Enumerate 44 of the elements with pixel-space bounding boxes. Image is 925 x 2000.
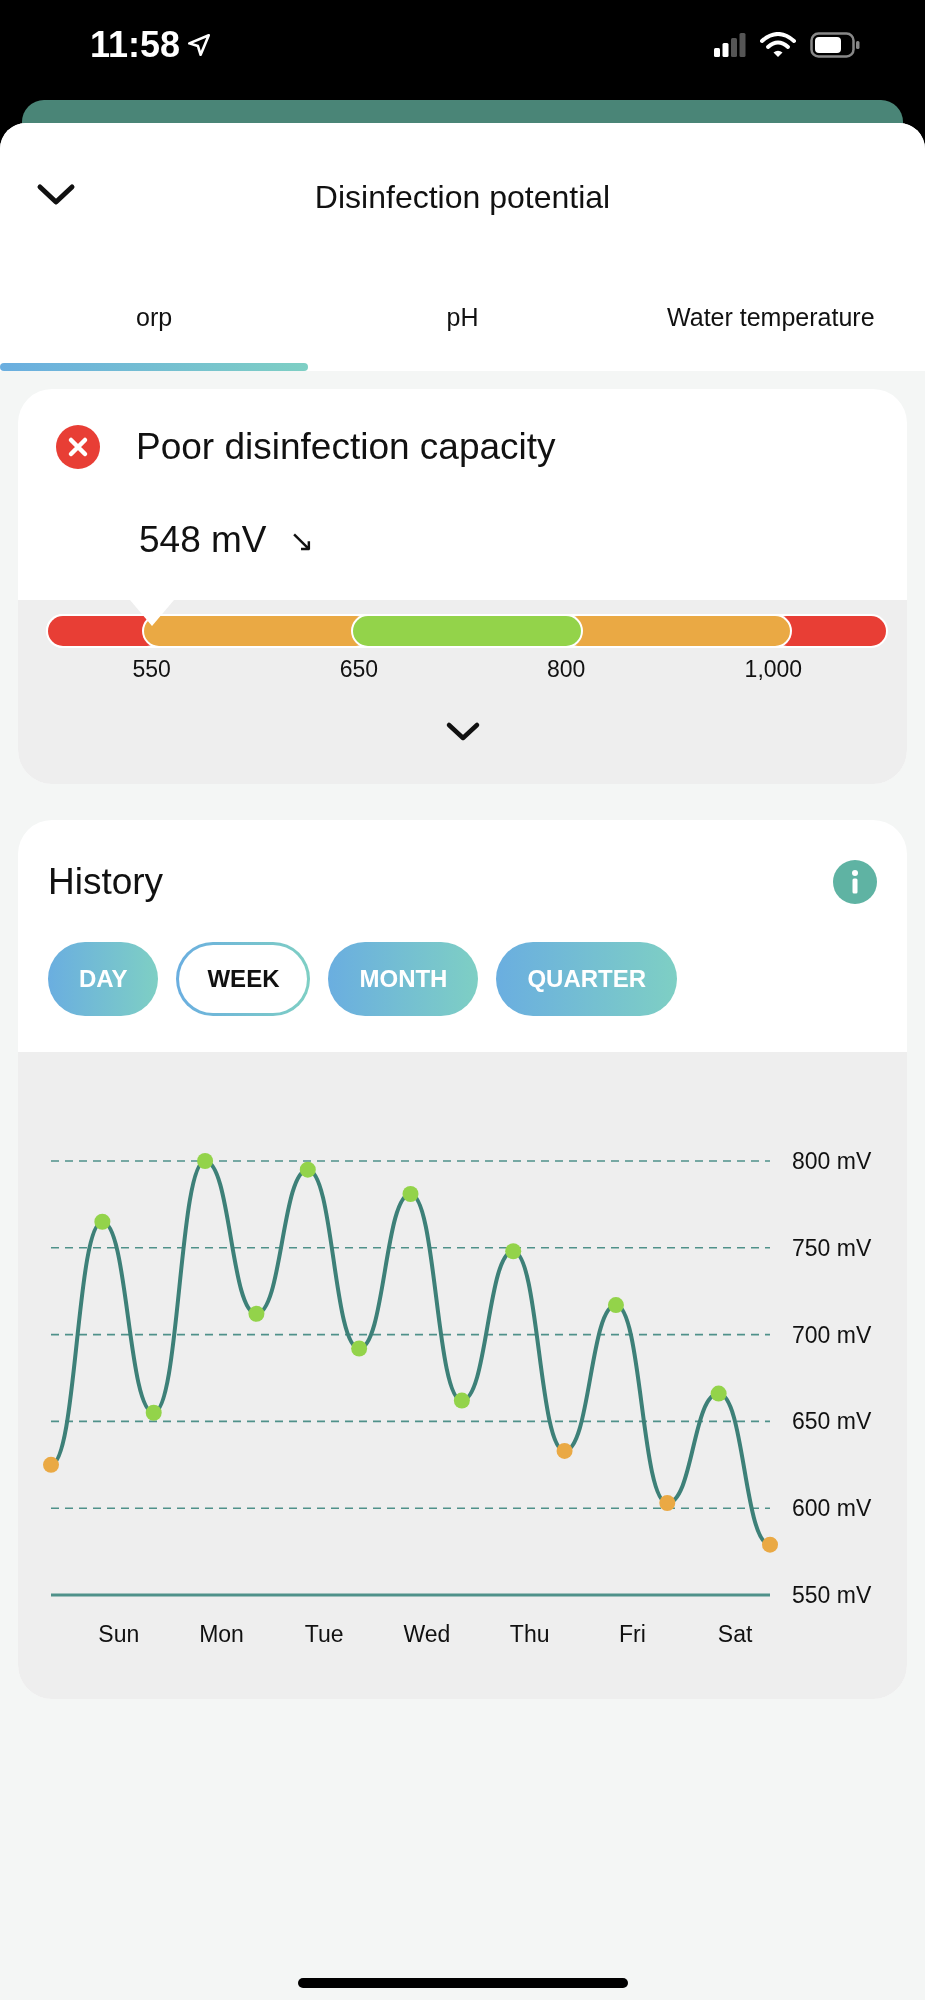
- data-point: [556, 1442, 573, 1459]
- data-point: [607, 1297, 624, 1314]
- y-axis-label: 700 mV: [792, 1321, 872, 1348]
- wifi-icon: [760, 32, 796, 58]
- gauge-tick-label: 550: [132, 656, 171, 683]
- chevron-down-icon: [444, 720, 481, 742]
- data-point: [299, 1161, 316, 1178]
- x-axis-label: Wed: [403, 1621, 451, 1647]
- status-title: Poor disinfection capacity: [136, 426, 556, 468]
- data-point: [94, 1213, 111, 1230]
- x-axis-label: Tue: [304, 1621, 344, 1647]
- battery-icon: [810, 32, 860, 58]
- error-icon: [56, 425, 100, 469]
- gauge-tick-label: 800: [546, 656, 586, 683]
- reading-value: 548 mV: [139, 519, 267, 561]
- y-axis-label: 550 mV: [792, 1582, 872, 1608]
- data-point: [402, 1186, 419, 1202]
- x-axis-label: Sun: [98, 1621, 140, 1647]
- x-axis-label: Thu: [509, 1621, 550, 1647]
- x-axis-label: Mon: [199, 1621, 244, 1647]
- data-point: [762, 1536, 778, 1553]
- data-point: [248, 1305, 265, 1322]
- trend-arrow: ↘: [288, 522, 314, 558]
- data-point: [453, 1392, 470, 1409]
- clock-time: 11:58: [90, 24, 181, 66]
- data-point: [197, 1153, 214, 1169]
- signal-icon: [714, 33, 746, 57]
- x-axis-label: Fri: [618, 1621, 646, 1647]
- data-point: [351, 1340, 368, 1357]
- y-axis-label: 750 mV: [792, 1234, 872, 1261]
- data-point: [145, 1404, 162, 1421]
- gauge-tick-label: 1,000: [744, 656, 803, 683]
- data-point: [710, 1385, 727, 1402]
- y-axis-label: 800 mV: [792, 1148, 872, 1174]
- gauge-tick-label: 650: [339, 656, 379, 683]
- screen-title: Disinfection potential: [314, 178, 611, 216]
- y-axis-label: 600 mV: [792, 1495, 872, 1522]
- location-arrow-icon: [186, 32, 213, 58]
- data-point: [43, 1456, 59, 1473]
- data-point: [505, 1243, 522, 1260]
- x-axis-label: Sat: [717, 1621, 753, 1647]
- section-title: History: [48, 861, 164, 903]
- data-point: [659, 1495, 676, 1511]
- y-axis-label: 650 mV: [792, 1408, 872, 1435]
